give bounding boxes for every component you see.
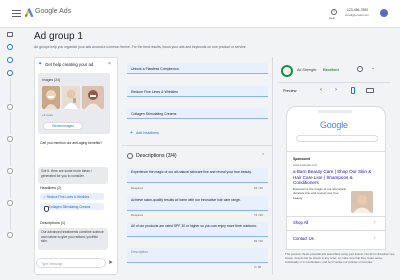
char-count: 0 / 90	[254, 265, 262, 269]
page-description: Ad groups help you organize your ads aro…	[34, 45, 247, 49]
rail-step-done-icon[interactable]	[7, 57, 13, 63]
preview-label: Preview	[283, 89, 297, 93]
rail-line	[9, 144, 11, 166]
divider	[122, 145, 272, 146]
phone-speaker	[318, 110, 352, 113]
rail-step-icon[interactable]	[7, 104, 13, 110]
sitelink-shop-all[interactable]: Shop All	[293, 220, 308, 225]
required-label: Required	[131, 186, 143, 190]
send-icon[interactable]: ➤	[108, 259, 113, 266]
char-count: 74 / 90	[254, 213, 263, 217]
headline-field[interactable]: Unlock a Flawless Complexion	[127, 63, 268, 74]
headline-suggestion-text: Collagen Stimulating Creams	[49, 204, 91, 209]
descriptions-title: Descriptions (3/4)	[136, 153, 177, 159]
help-icon[interactable]: ?	[331, 9, 337, 15]
menu-icon[interactable]	[12, 10, 21, 18]
add-icon[interactable]: +	[130, 130, 133, 136]
chevron-right-icon[interactable]: ›	[374, 235, 376, 240]
user-message: Can you mention our anti-aging benefits?	[40, 141, 103, 145]
ad-strength-ring-icon	[281, 65, 293, 77]
sitelink-contact-us[interactable]: Contact Us	[293, 236, 314, 241]
help-icon[interactable]	[357, 66, 363, 72]
pointer-cursor-icon	[44, 206, 49, 212]
rail-line	[9, 176, 11, 198]
ad-strength-label: Ad Strength:	[297, 68, 317, 72]
descriptions-status-icon	[127, 153, 133, 159]
mobile-device-icon[interactable]	[351, 87, 355, 94]
sponsored-label: Sponsored	[293, 157, 311, 161]
char-count: 83 / 90	[254, 239, 263, 243]
more-images-label: +4 more	[42, 113, 54, 117]
google-ads-logo	[25, 8, 33, 17]
ad-description: Experience the magic of our all-natural …	[293, 187, 346, 200]
chevron-left-icon[interactable]: ‹	[320, 87, 322, 93]
ad-url: www.example.com	[293, 163, 318, 167]
description-field[interactable]: Experience the magic of our all-natural …	[127, 168, 268, 183]
assistant-title: Get help creating your ad	[45, 62, 94, 67]
preview-disclaimer: This preview shows potential ads assembl…	[285, 252, 395, 264]
headline-suggestion-text: Reduce Fine Lines & Wrinkles	[46, 194, 90, 199]
chevron-right-icon[interactable]: ›	[335, 87, 337, 93]
account-number: 123-456-7890	[347, 8, 369, 12]
descriptions-label: Descriptions (1)	[40, 221, 66, 225]
divider	[287, 216, 385, 217]
headline-suggestion[interactable]: Collagen Stimulating Creams	[40, 203, 104, 210]
more-vert-icon[interactable]: ⋮	[78, 33, 84, 40]
add-headline-link[interactable]: Add headlines	[136, 131, 159, 135]
headline-field[interactable]: Reduce Fine Lines & Wrinkles	[127, 86, 268, 97]
google-logo: Google	[320, 120, 348, 130]
ad-image	[351, 191, 373, 213]
description-field[interactable]: Achieve salon-quality results at home wi…	[127, 196, 268, 211]
rail-line	[9, 112, 11, 134]
description-suggestion[interactable]: Our advanced treatments combine science …	[38, 228, 108, 250]
assistant-reply: Got it. Here are some more ideas I gener…	[38, 167, 108, 184]
sparkle-icon: ✦	[38, 61, 43, 67]
divider	[287, 151, 385, 152]
page-title: Ad group 1	[34, 31, 83, 42]
review-images-button[interactable]: Review images	[43, 122, 83, 130]
help-label[interactable]: Help	[329, 16, 335, 20]
desktop-device-icon[interactable]	[366, 88, 374, 93]
headlines-label: Headlines (2)	[40, 186, 62, 190]
image-thumbnail[interactable]	[82, 86, 104, 109]
description-field[interactable]: All of our products are rated SPF 30 or …	[127, 222, 268, 237]
rail-line	[9, 78, 11, 103]
ad-title[interactable]: a Barn Beauty Care | Shop Our Skin & Hai…	[293, 169, 378, 186]
rail-step-icon[interactable]	[7, 232, 13, 238]
divider	[278, 82, 390, 83]
chevron-down-icon[interactable]: ⌄	[371, 65, 375, 71]
char-count: 81 / 90	[254, 186, 263, 190]
app-brand: Google Ads	[35, 8, 72, 15]
headline-field[interactable]: Collagen Stimulating Creams	[127, 108, 268, 119]
rail-step-icon[interactable]	[7, 168, 13, 174]
rail-step-icon[interactable]	[7, 136, 13, 142]
image-thumbnail[interactable]	[62, 86, 80, 109]
rail-step-done-icon[interactable]	[7, 70, 13, 76]
rail-line	[9, 208, 11, 230]
ad-strength-value: Excellent	[323, 68, 339, 72]
close-icon[interactable]: ×	[108, 61, 111, 67]
google-logo-text: Google	[320, 120, 348, 130]
avatar[interactable]	[380, 9, 388, 17]
images-label: Images (24)	[42, 78, 61, 82]
chevron-up-icon[interactable]: ⌃	[261, 153, 265, 159]
chevron-right-icon[interactable]: ›	[374, 219, 376, 224]
image-thumbnail[interactable]	[42, 86, 60, 109]
description-field[interactable]: Description	[127, 248, 268, 263]
rail-step-icon[interactable]	[7, 200, 13, 206]
rail-ad-icon[interactable]	[7, 32, 13, 37]
divider	[287, 230, 385, 231]
message-input[interactable]: Type message	[36, 258, 106, 268]
search-bar	[296, 135, 378, 142]
rail-step-done-icon[interactable]	[7, 44, 13, 50]
headline-suggestion[interactable]: ✓ Reduce Fine Lines & Wrinkles	[40, 193, 104, 200]
column-divider	[272, 57, 273, 275]
required-label: Required	[131, 213, 143, 217]
account-email: email@email.com	[345, 13, 369, 17]
